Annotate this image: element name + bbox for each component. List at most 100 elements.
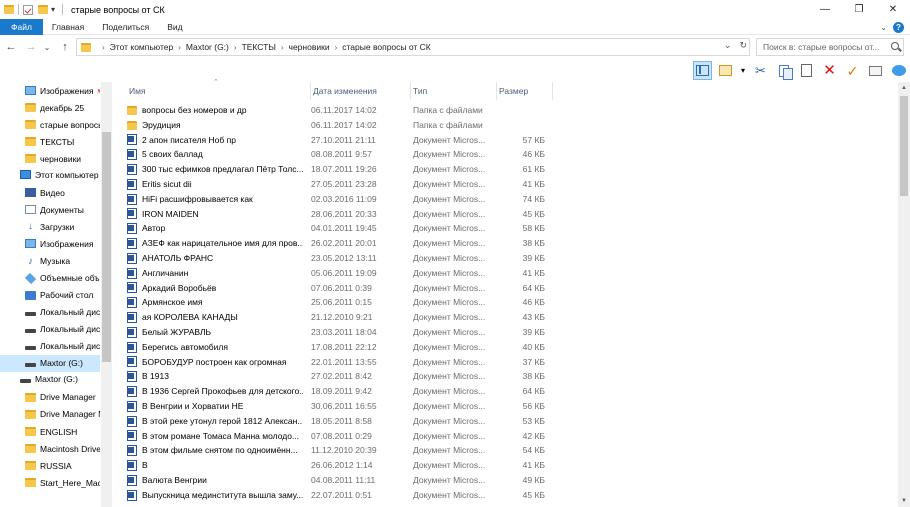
scroll-thumb[interactable] [900,96,908,196]
breadcrumb-this-pc[interactable]: Этот компьютер [110,42,174,52]
file-row[interactable]: В 1913 27.02.2011 8:42 Документ Micros... 3… [113,369,898,384]
navigation-pane-button[interactable] [693,61,712,80]
nav-item[interactable]: Macintosh Drive [0,440,100,457]
nav-item[interactable]: Объемные объ [0,270,100,287]
view-dropdown-button[interactable]: ▾ [739,61,747,80]
recent-locations-button[interactable]: ⌄ [40,43,54,52]
file-row[interactable]: Выпускница мединститута вышла заму... 22.… [113,488,898,503]
nav-item[interactable]: ↓ Загрузки [0,218,100,235]
maximize-button[interactable]: ❐ [842,0,876,19]
file-row[interactable]: 300 тыс ефимков предлагал Пётр Толс... 18… [113,162,898,177]
tab-file[interactable]: Файл [0,18,43,35]
close-button[interactable]: ✕ [876,0,910,19]
breadcrumb-current[interactable]: старые вопросы от СК [342,42,431,52]
tab-share[interactable]: Поделиться [93,19,158,35]
file-row[interactable]: Валюта Венгрии 04.08.2011 11:11 Документ M… [113,473,898,488]
scroll-up-arrow[interactable]: ▲ [898,82,910,94]
expand-ribbon-icon[interactable]: ⌄ [880,23,887,32]
file-row[interactable]: АНАТОЛЬ ФРАНС 23.05.2012 13:11 Документ Mi… [113,251,898,266]
file-row[interactable]: Берегись автомобиля 17.08.2011 22:12 Докум… [113,340,898,355]
file-row[interactable]: Эрудиция 06.11.2017 14:02 Папка с файлами [113,118,898,133]
navigation-scrollbar[interactable] [101,82,112,507]
file-row[interactable]: Аркадий Воробьёв 07.06.2011 0:39 Документ … [113,281,898,296]
file-row[interactable]: В этом фильме снятом по одноимённ... 11.1… [113,443,898,458]
column-date[interactable]: Дата изменения [311,82,411,100]
file-row[interactable]: Eritis sicut dii 27.05.2011 23:28 Документ… [113,177,898,192]
nav-item[interactable]: Maxtor (G:) [0,371,100,388]
nav-item[interactable]: Видео [0,184,100,201]
file-row[interactable]: ая КОРОЛЕВА КАНАДЫ 21.12.2010 9:21 Докумен… [113,310,898,325]
forward-button[interactable]: → [24,41,38,53]
breadcrumb-drafts[interactable]: черновики [289,42,330,52]
file-row[interactable]: вопросы без номеров и др 06.11.2017 14:02… [113,103,898,118]
quick-access-new-folder-button[interactable] [36,5,48,14]
paste-button[interactable] [797,61,816,80]
quick-access-customize-button[interactable]: ▾ [51,5,55,14]
nav-item[interactable]: Локальный дис [0,338,100,355]
copy-button[interactable] [774,61,793,80]
tab-view[interactable]: Вид [158,19,191,35]
nav-item[interactable]: ♪ Музыка [0,253,100,270]
properties-button[interactable] [866,61,885,80]
file-row[interactable]: 2 апон писателя Ноб пр 27.10.2011 21:11 До… [113,133,898,148]
file-row[interactable]: Белый ЖУРАВЛЬ 23.03.2011 18:04 Документ Mi… [113,325,898,340]
nav-item[interactable]: ТЕКСТЫ [0,133,100,150]
navigation-scroll-thumb[interactable] [102,132,111,362]
nav-item[interactable]: Drive Manager [0,389,100,406]
search-input[interactable]: Поиск в: старые вопросы от... [756,38,904,56]
help-icon[interactable]: ? [893,21,904,33]
breadcrumb-texts[interactable]: ТЕКСТЫ [242,42,276,52]
feedback-button[interactable] [889,61,908,80]
chevron-right-icon[interactable]: › [102,43,105,52]
nav-item[interactable]: Локальный дис [0,321,100,338]
file-row[interactable]: В 26.06.2012 1:14 Документ Micros... 41 КБ [113,458,898,473]
file-row[interactable]: Армянское имя 25.06.2011 0:15 Документ Mic… [113,295,898,310]
nav-item[interactable]: Локальный дис [0,304,100,321]
nav-item[interactable]: Drive Manager M [0,406,100,423]
nav-item[interactable]: Start_Here_Mac. [0,474,100,491]
nav-item[interactable]: Maxtor (G:) [0,354,100,372]
file-row[interactable]: HiFi расшифровывается как 02.03.2016 11:0… [113,192,898,207]
nav-item[interactable]: Этот компьютер [0,166,100,183]
nav-item[interactable]: черновики [0,150,100,167]
column-type[interactable]: Тип [411,82,497,100]
breadcrumb-drive[interactable]: Maxtor (G:) [186,42,229,52]
file-row[interactable]: АЗЕФ как нарицательное имя для пров... 26… [113,236,898,251]
nav-item[interactable]: Изображения [0,235,100,252]
rename-button[interactable]: ✓ [843,61,862,80]
file-row[interactable]: В Венгрии и Хорватии НЕ 30.06.2011 16:55 Д… [113,399,898,414]
nav-item[interactable]: ENGLISH [0,423,100,440]
file-row[interactable]: В этом романе Томаса Манна молодо... 07.0… [113,429,898,444]
chevron-right-icon[interactable]: › [178,43,181,52]
nav-item[interactable]: Документы [0,201,100,218]
file-list-scrollbar[interactable]: ▲ ▼ [898,82,910,507]
chevron-right-icon[interactable]: › [281,43,284,52]
file-row[interactable]: Автор 04.01.2011 19:45 Документ Micros... 5… [113,221,898,236]
file-row[interactable]: В 1936 Сергей Прокофьев для детского... 1… [113,384,898,399]
refresh-icon[interactable]: ↻ [739,40,747,51]
file-row[interactable]: В этой реке утонул герой 1812 Алексан...… [113,414,898,429]
delete-button[interactable]: ✕ [820,61,839,80]
nav-item[interactable]: RUSSIA [0,457,100,474]
chevron-right-icon[interactable]: › [335,43,338,52]
nav-item[interactable]: декабрь 25 [0,99,100,116]
file-row[interactable]: 5 своих баллад 08.08.2011 9:57 Документ Mi… [113,147,898,162]
tab-home[interactable]: Главная [43,19,93,35]
file-row[interactable]: БОРОБУДУР построен как огромная 22.01.201… [113,355,898,370]
scroll-down-arrow[interactable]: ▼ [898,495,910,507]
nav-item[interactable]: Рабочий стол [0,287,100,304]
quick-access-properties-button[interactable] [23,4,33,15]
file-row[interactable]: Англичанин 05.06.2011 19:09 Документ Micro… [113,266,898,281]
back-button[interactable]: ← [4,41,18,53]
column-name[interactable]: Имя [127,82,311,100]
minimize-button[interactable]: — [808,0,842,19]
cut-button[interactable]: ✂ [751,61,770,80]
preview-pane-button[interactable] [716,61,735,80]
chevron-right-icon[interactable]: › [234,43,237,52]
nav-item[interactable]: старые вопросы [0,116,100,133]
nav-item[interactable]: Изображения📌 [0,82,100,99]
file-row[interactable]: IRON MAIDEN 28.06.2011 20:33 Документ Micr… [113,207,898,222]
address-bar[interactable]: › Этот компьютер › Maxtor (G:) › ТЕКСТЫ … [76,38,750,56]
up-button[interactable]: ↑ [58,41,72,53]
address-history-chevron-icon[interactable]: ⌄ [724,40,732,51]
